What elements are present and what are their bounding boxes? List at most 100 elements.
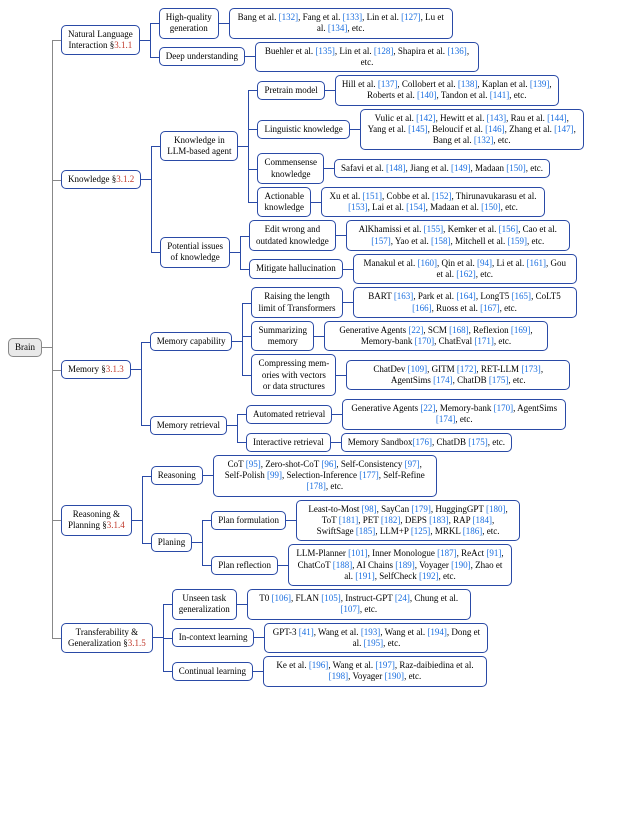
citation[interactable]: [189]	[395, 560, 415, 570]
citation[interactable]: [173]	[521, 364, 541, 374]
citation[interactable]: [106]	[272, 593, 292, 603]
citation[interactable]: [167]	[480, 303, 500, 313]
citation[interactable]: [107]	[340, 604, 360, 614]
reference-node: ChatDev [109], GITM [172], RET-LLM [173]…	[346, 360, 570, 391]
citation[interactable]: [172]	[457, 364, 477, 374]
citation[interactable]: [190]	[385, 671, 405, 681]
citation[interactable]: [187]	[437, 548, 457, 558]
citation[interactable]: [196]	[309, 660, 329, 670]
citation[interactable]: [176]	[412, 437, 432, 447]
citation[interactable]: [137]	[378, 79, 398, 89]
citation[interactable]: [101]	[348, 548, 368, 558]
citation[interactable]: [22]	[420, 403, 435, 413]
citation[interactable]: [188]	[333, 560, 353, 570]
citation[interactable]: [184]	[473, 515, 493, 525]
citation[interactable]: [97]	[405, 459, 420, 469]
citation[interactable]: [147]	[554, 124, 574, 134]
section-ref[interactable]: 3.1.1	[114, 40, 132, 50]
citation[interactable]: [134]	[328, 23, 348, 33]
citation[interactable]: [151]	[362, 191, 382, 201]
citation[interactable]: [155]	[424, 224, 444, 234]
citation[interactable]: [128]	[374, 46, 394, 56]
citation[interactable]: [98]	[362, 504, 377, 514]
citation[interactable]: [164]	[456, 291, 476, 301]
section-ref[interactable]: 3.1.4	[107, 520, 125, 530]
citation[interactable]: [170]	[494, 403, 514, 413]
citation[interactable]: [171]	[474, 336, 494, 346]
citation[interactable]: [193]	[361, 627, 381, 637]
citation[interactable]: [198]	[329, 671, 349, 681]
citation[interactable]: [133]	[343, 12, 363, 22]
citation[interactable]: [163]	[394, 291, 414, 301]
citation[interactable]: [138]	[458, 79, 478, 89]
citation[interactable]: [166]	[412, 303, 432, 313]
citation[interactable]: [149]	[451, 163, 471, 173]
citation[interactable]: [142]	[416, 113, 436, 123]
category-node: Linguistic knowledge	[257, 120, 349, 139]
section-ref[interactable]: 3.1.5	[128, 638, 146, 648]
citation[interactable]: [94]	[477, 258, 492, 268]
citation[interactable]: [181]	[339, 515, 359, 525]
citation[interactable]: [161]	[526, 258, 546, 268]
citation[interactable]: [132]	[279, 12, 299, 22]
citation[interactable]: [183]	[429, 515, 449, 525]
citation[interactable]: [150]	[506, 163, 526, 173]
citation[interactable]: [140]	[417, 90, 437, 100]
section-ref[interactable]: 3.1.2	[116, 174, 134, 184]
citation[interactable]: [156]	[499, 224, 519, 234]
citation[interactable]: [41]	[299, 627, 314, 637]
citation[interactable]: [191]	[355, 571, 375, 581]
citation[interactable]: [99]	[267, 470, 282, 480]
citation[interactable]: [150]	[481, 202, 501, 212]
citation[interactable]: [132]	[474, 135, 494, 145]
citation[interactable]: [24]	[395, 593, 410, 603]
citation[interactable]: [174]	[433, 375, 453, 385]
citation[interactable]: [157]	[371, 236, 391, 246]
citation[interactable]: [22]	[408, 325, 423, 335]
citation[interactable]: [143]	[487, 113, 507, 123]
citation[interactable]: [152]	[432, 191, 452, 201]
citation[interactable]: [145]	[408, 124, 428, 134]
citation[interactable]: [168]	[449, 325, 469, 335]
citation[interactable]: [175]	[468, 437, 488, 447]
citation[interactable]: [162]	[456, 269, 476, 279]
citation[interactable]: [169]	[511, 325, 531, 335]
citation[interactable]: [96]	[321, 459, 336, 469]
citation[interactable]: [144]	[547, 113, 567, 123]
citation[interactable]: [180]	[486, 504, 506, 514]
citation[interactable]: [194]	[427, 627, 447, 637]
citation[interactable]: [178]	[306, 481, 326, 491]
citation[interactable]: [177]	[359, 470, 379, 480]
citation[interactable]: [182]	[381, 515, 401, 525]
citation[interactable]: [195]	[364, 638, 384, 648]
reference-node: Vulic et al. [142], Hewitt et al. [143],…	[360, 109, 584, 151]
citation[interactable]: [91]	[486, 548, 501, 558]
citation[interactable]: [127]	[401, 12, 421, 22]
citation[interactable]: [95]	[246, 459, 261, 469]
citation[interactable]: [175]	[489, 375, 509, 385]
citation[interactable]: [146]	[485, 124, 505, 134]
citation[interactable]: [186]	[463, 526, 483, 536]
citation[interactable]: [160]	[417, 258, 437, 268]
citation[interactable]: [190]	[451, 560, 471, 570]
citation[interactable]: [105]	[321, 593, 341, 603]
section-ref[interactable]: 3.1.3	[106, 364, 124, 374]
citation[interactable]: [148]	[386, 163, 406, 173]
citation[interactable]: [139]	[530, 79, 550, 89]
citation[interactable]: [109]	[408, 364, 428, 374]
citation[interactable]: [179]	[411, 504, 431, 514]
citation[interactable]: [135]	[315, 46, 335, 56]
citation[interactable]: [136]	[447, 46, 467, 56]
citation[interactable]: [153]	[348, 202, 368, 212]
citation[interactable]: [165]	[512, 291, 532, 301]
citation[interactable]: [192]	[419, 571, 439, 581]
citation[interactable]: [159]	[507, 236, 527, 246]
citation[interactable]: [125]	[411, 526, 431, 536]
citation[interactable]: [170]	[415, 336, 435, 346]
citation[interactable]: [141]	[490, 90, 510, 100]
citation[interactable]: [154]	[406, 202, 426, 212]
citation[interactable]: [158]	[431, 236, 451, 246]
citation[interactable]: [197]	[375, 660, 395, 670]
citation[interactable]: [174]	[436, 414, 456, 424]
citation[interactable]: [185]	[356, 526, 376, 536]
